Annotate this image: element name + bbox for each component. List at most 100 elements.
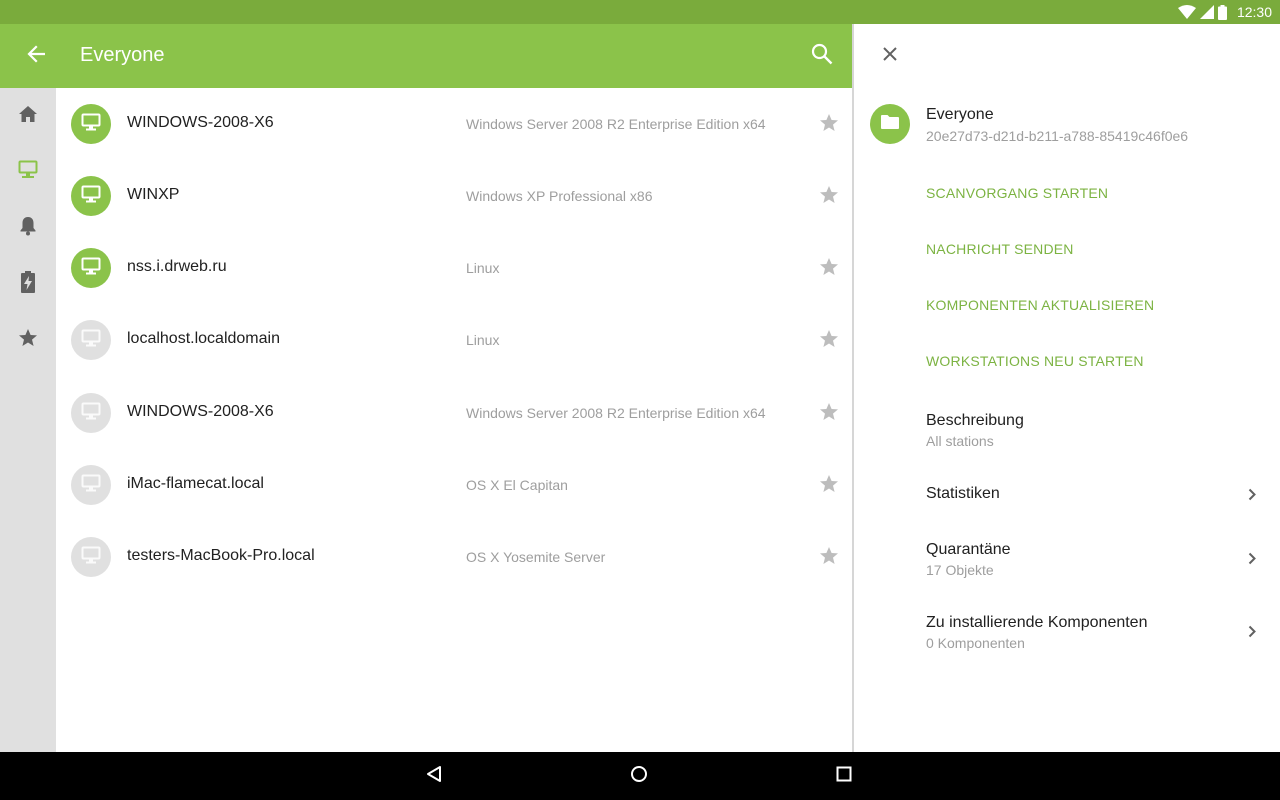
station-name: localhost.localdomain [127,330,280,347]
nav-alerts[interactable] [12,212,44,244]
nav-home[interactable] [12,100,44,132]
search-button[interactable] [806,40,838,72]
station-avatar [71,537,111,577]
station-name: nss.i.drweb.ru [127,258,227,275]
favorite-toggle[interactable] [818,257,840,280]
station-os: Windows Server 2008 R2 Enterprise Editio… [466,116,766,132]
station-os: Windows XP Professional x86 [466,188,653,204]
favorite-toggle[interactable] [818,329,840,354]
battery-icon [1217,4,1227,20]
battery-bolt-icon [20,270,36,298]
station-row[interactable]: iMac-flamecat.local OS X El Capitan [56,449,852,521]
status-bar: 12:30 [0,0,1280,24]
page-title: Everyone [80,44,165,66]
station-row[interactable]: WINXP Windows XP Professional x86 [56,160,852,232]
triangle-back-icon [425,765,443,788]
star-icon [819,546,839,571]
station-avatar [71,176,111,216]
details-panel: Everyone 20e27d73-d21d-b211-a788-85419c4… [854,24,1280,752]
favorite-toggle[interactable] [818,185,840,210]
favorite-toggle[interactable] [818,474,840,499]
signal-icon [1199,5,1214,19]
group-avatar [870,104,910,144]
star-icon [819,113,839,138]
star-icon [819,329,839,354]
station-os: OS X El Capitan [466,477,568,493]
description-value: All stations [926,433,994,449]
nav-power[interactable] [12,268,44,300]
nav-rail [0,88,56,752]
favorite-toggle[interactable] [818,402,840,427]
computer-icon [81,257,101,280]
station-os: OS X Yosemite Server [466,549,606,565]
components-count: 0 Komponenten [926,635,1025,651]
station-os: Windows Server 2008 R2 Enterprise Editio… [466,405,766,421]
station-name: iMac-flamecat.local [127,475,264,492]
computer-icon [81,546,101,569]
computer-icon [81,474,101,497]
close-button[interactable] [876,42,904,70]
star-icon [819,402,839,427]
station-row[interactable]: testers-MacBook-Pro.local OS X Yosemite S… [56,521,852,593]
computer-icon [18,160,38,185]
station-avatar [71,320,111,360]
app-bar: Everyone [0,24,852,88]
station-avatar [71,393,111,433]
quarantine-title: Quarantäne [926,541,1011,558]
chevron-right-icon [1242,484,1262,504]
station-avatar [71,104,111,144]
status-icons: 12:30 [1177,0,1272,24]
bell-icon [19,216,37,241]
station-list: WINDOWS-2008-X6 Windows Server 2008 R2 En… [56,88,852,752]
computer-icon [81,113,101,136]
statistics-title: Statistiken [926,485,1000,502]
system-nav-bar [0,752,1280,800]
folder-icon [880,114,900,135]
statistics-item[interactable]: Statistiken [854,466,1280,522]
group-id: 20e27d73-d21d-b211-a788-85419c46f0e6 [926,128,1189,144]
chevron-right-icon [1242,621,1262,641]
status-time: 12:30 [1236,4,1272,20]
restart-workstations-button[interactable]: WORKSTATIONS NEU STARTEN [926,353,1144,369]
back-button[interactable] [20,40,52,72]
quarantine-item[interactable]: Quarantäne 17 Objekte [854,530,1280,586]
group-title: Everyone [926,106,994,123]
station-avatar [71,248,111,288]
station-os: Linux [466,260,500,276]
station-name: WINDOWS-2008-X6 [127,403,274,420]
nav-back-button[interactable] [418,760,450,792]
nav-home-button[interactable] [623,760,655,792]
arrow-back-icon [27,44,46,68]
wifi-icon [1177,5,1196,19]
nav-favorites[interactable] [12,324,44,356]
search-icon [811,43,833,70]
station-os: Linux [466,332,500,348]
computer-icon [81,329,101,352]
station-name: WINDOWS-2008-X6 [127,114,274,131]
send-message-button[interactable]: NACHRICHT SENDEN [926,241,1074,257]
description-title: Beschreibung [926,412,1024,429]
star-icon [819,474,839,499]
station-row[interactable]: WINDOWS-2008-X6 Windows Server 2008 R2 En… [56,377,852,449]
station-row[interactable]: nss.i.drweb.ru Linux [56,232,852,304]
station-name: testers-MacBook-Pro.local [127,547,315,564]
square-recents-icon [836,766,852,787]
favorite-toggle[interactable] [818,113,840,138]
station-row[interactable]: localhost.localdomain Linux [56,304,852,376]
start-scan-button[interactable]: SCANVORGANG STARTEN [926,185,1108,201]
computer-icon [81,185,101,208]
chevron-right-icon [1242,548,1262,568]
home-icon [18,105,38,128]
nav-recents-button[interactable] [828,760,860,792]
star-icon [819,185,839,210]
station-name: WINXP [127,186,180,203]
update-components-button[interactable]: KOMPONENTEN AKTUALISIEREN [926,297,1154,313]
station-row[interactable]: WINDOWS-2008-X6 Windows Server 2008 R2 En… [56,88,852,160]
quarantine-count: 17 Objekte [926,562,994,578]
computer-icon [81,402,101,425]
close-icon [882,46,898,67]
nav-stations[interactable] [12,156,44,188]
components-title: Zu installierende Komponenten [926,614,1148,631]
components-item[interactable]: Zu installierende Komponenten 0 Komponen… [854,603,1280,659]
favorite-toggle[interactable] [818,546,840,571]
